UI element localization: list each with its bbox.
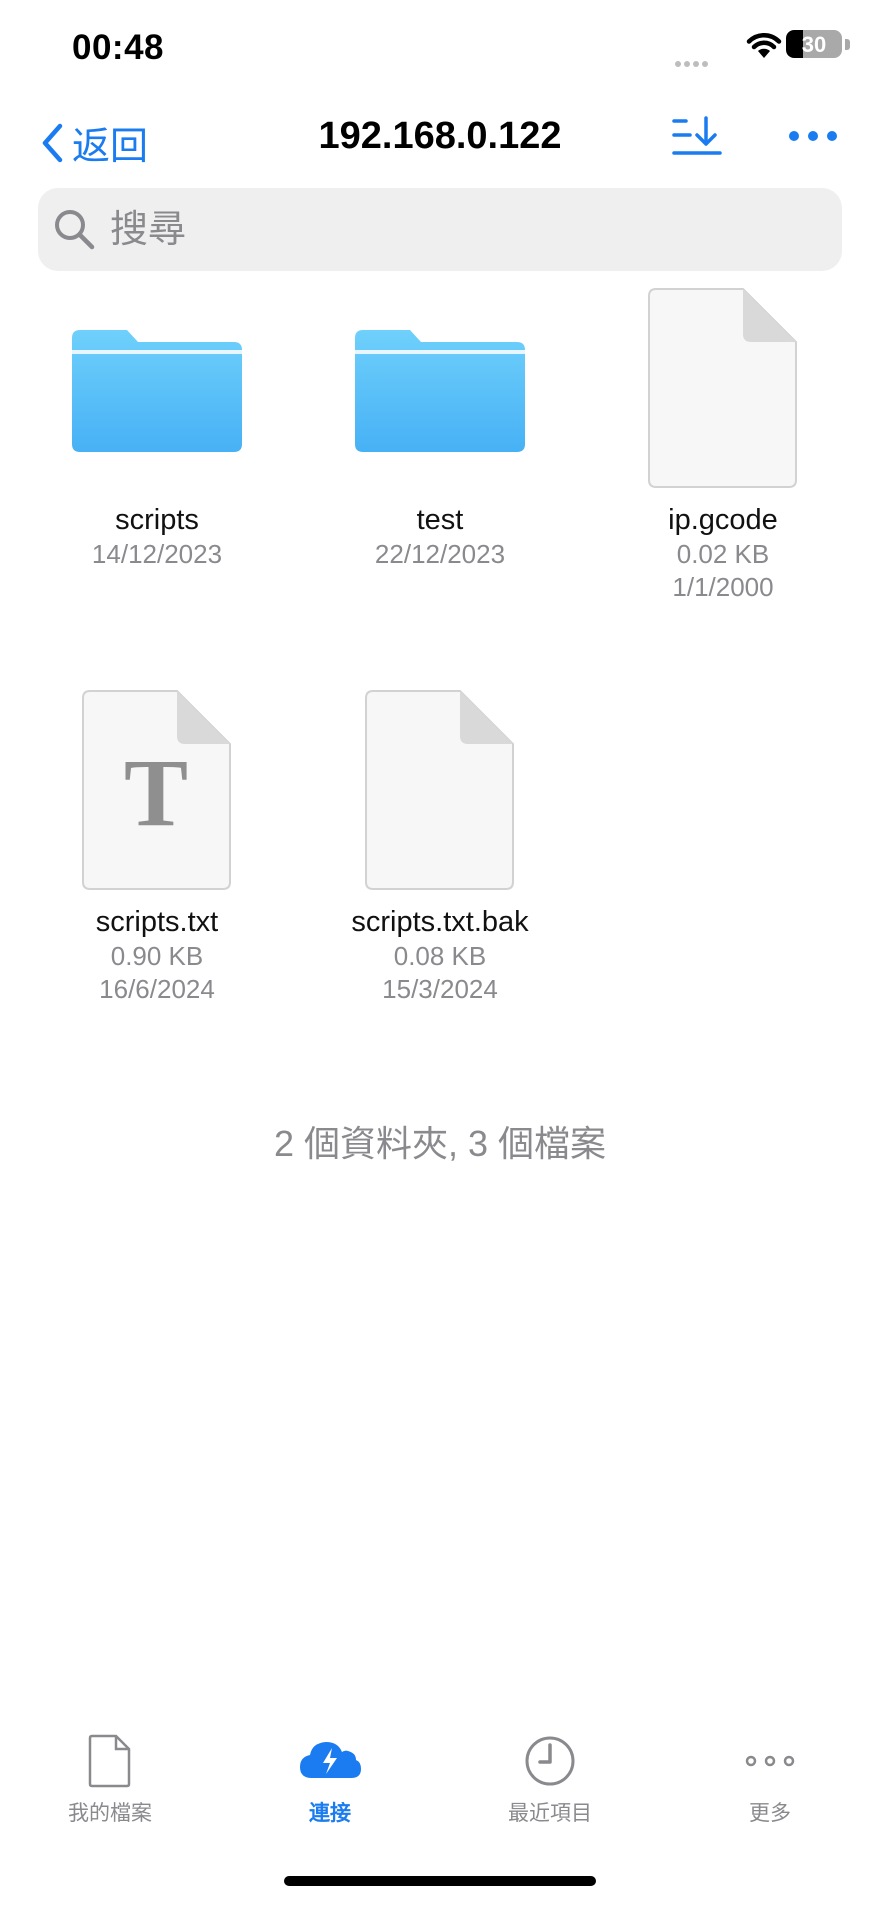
folder-item[interactable]: test 22/12/2023 <box>298 288 582 571</box>
file-item[interactable]: T scripts.txt 0.90 KB 16/6/2024 <box>15 690 299 1006</box>
wifi-icon <box>746 33 782 58</box>
tab-my-files[interactable]: 我的檔案 <box>0 1728 220 1827</box>
cloud-bolt-icon <box>300 1742 361 1778</box>
sort-button[interactable] <box>672 115 722 164</box>
file-item[interactable]: ip.gcode 0.02 KB 1/1/2000 <box>581 288 865 604</box>
tab-bar: 我的檔案 連接 最近項目 更多 <box>0 1728 880 1848</box>
status-time: 00:48 <box>72 28 165 67</box>
tab-recents[interactable]: 最近項目 <box>440 1728 660 1827</box>
file-item[interactable]: scripts.txt.bak 0.08 KB 15/3/2024 <box>298 690 582 1006</box>
tab-label: 更多 <box>749 1802 791 1825</box>
home-indicator <box>284 1876 596 1886</box>
tab-more[interactable]: 更多 <box>660 1728 880 1827</box>
battery-percent: 30 <box>801 32 827 57</box>
clock-icon <box>525 1736 575 1786</box>
navigation-bar: 返回 192.168.0.122 <box>0 95 880 185</box>
item-date: 15/3/2024 <box>382 974 498 1004</box>
item-size: 0.90 KB <box>110 941 204 971</box>
folder-icon <box>72 330 242 452</box>
item-name: scripts <box>115 504 199 536</box>
search-icon <box>55 210 95 250</box>
blank-document-icon <box>365 690 514 890</box>
document-icon <box>88 1734 131 1788</box>
folder-icon <box>355 330 525 452</box>
item-size: 0.02 KB <box>676 539 770 569</box>
search-bar <box>38 188 842 273</box>
folder-item[interactable]: scripts 14/12/2023 <box>15 288 299 571</box>
chevron-left-icon <box>42 123 63 162</box>
tab-label: 最近項目 <box>508 1802 592 1825</box>
back-button[interactable]: 返回 <box>40 115 148 170</box>
more-icon <box>745 1755 795 1767</box>
item-date: 1/1/2000 <box>672 572 774 602</box>
battery-icon: 30 <box>786 30 842 58</box>
tab-label: 連接 <box>309 1802 351 1825</box>
item-date: 16/6/2024 <box>99 974 215 1004</box>
item-name: scripts.txt.bak <box>351 906 529 938</box>
cellular-signal-icon <box>672 54 708 72</box>
item-name: scripts.txt <box>95 906 219 938</box>
search-input[interactable] <box>108 188 832 273</box>
item-name: ip.gcode <box>668 504 778 536</box>
tab-label: 我的檔案 <box>68 1802 152 1825</box>
status-indicators: 30 <box>600 30 880 67</box>
sort-download-icon <box>672 116 722 155</box>
status-bar: 00:48 30 <box>0 0 880 95</box>
item-name: test <box>416 504 464 536</box>
text-document-icon: T <box>82 690 231 890</box>
item-size: 0.08 KB <box>393 941 487 971</box>
more-options-button[interactable] <box>788 129 838 147</box>
folder-summary: 2 個資料夾, 3 個檔案 <box>273 1123 607 1164</box>
ellipsis-icon <box>789 131 837 141</box>
blank-document-icon <box>648 288 797 488</box>
item-date: 22/12/2023 <box>374 539 506 569</box>
tab-connect[interactable]: 連接 <box>220 1728 440 1827</box>
battery-cap <box>845 39 850 50</box>
item-date: 14/12/2023 <box>91 539 223 569</box>
svg-text:T: T <box>124 739 188 846</box>
back-label: 返回 <box>72 126 149 168</box>
